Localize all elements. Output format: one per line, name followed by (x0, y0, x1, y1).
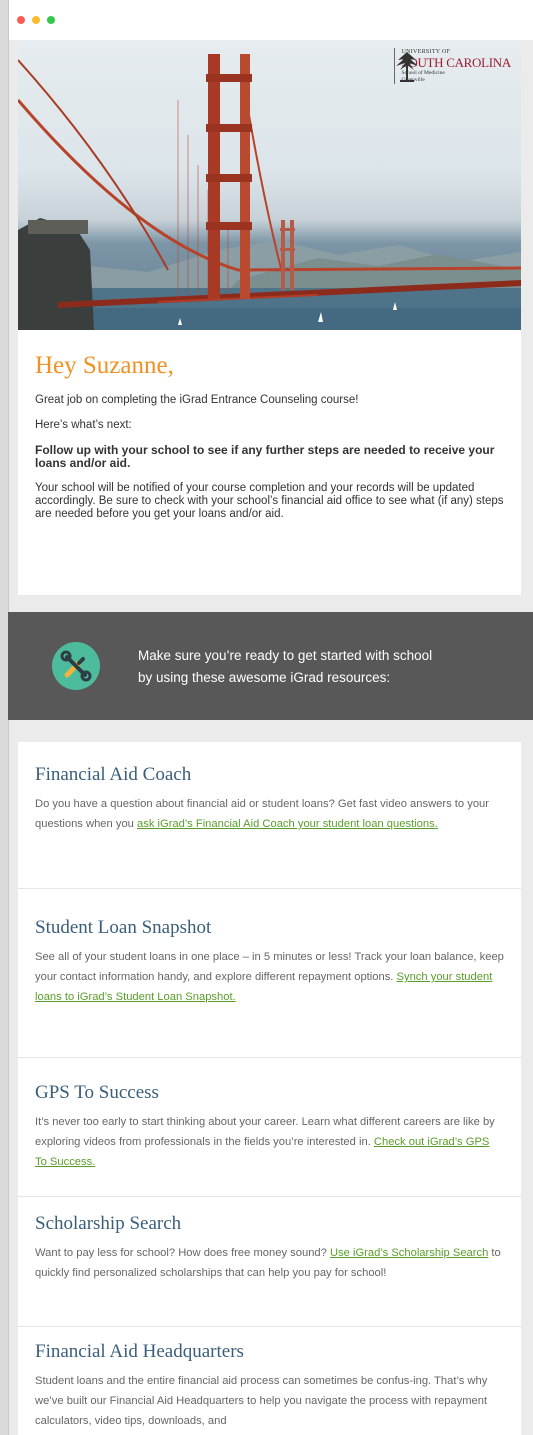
resource-description: See all of your student loans in one pla… (35, 947, 504, 1007)
window-chrome (9, 0, 533, 40)
resource-title: Financial Aid Headquarters (35, 1341, 244, 1362)
resources-banner: Make sure you’re ready to get started wi… (8, 612, 533, 720)
resource-description: Want to pay less for school? How does fr… (35, 1243, 504, 1283)
university-logo: UNIVERSITY OF SOUTH CAROLINA School of M… (394, 48, 511, 84)
banner-line-2: by using these awesome iGrad resources: (138, 670, 391, 685)
maximize-window-button[interactable] (47, 16, 55, 24)
resource-financial-aid-headquarters: Financial Aid Headquarters Student loans… (18, 1327, 521, 1435)
intro-next-label: Here’s what’s next: (35, 419, 132, 431)
resource-description: Do you have a question about financial a… (35, 794, 504, 834)
resource-title: GPS To Success (35, 1082, 159, 1103)
banner-message: Make sure you’re ready to get started wi… (138, 645, 498, 689)
resource-title: Financial Aid Coach (35, 764, 192, 785)
resource-description: It’s never too early to start thinking a… (35, 1112, 504, 1172)
scholarship-search-link[interactable]: Use iGrad’s Scholarship Search (330, 1247, 488, 1259)
tools-icon (52, 642, 100, 690)
greeting-card: Hey Suzanne, Great job on completing the… (18, 330, 521, 595)
resource-title: Student Loan Snapshot (35, 917, 212, 938)
financial-aid-coach-link[interactable]: ask iGrad’s Financial Aid Coach your stu… (137, 818, 438, 830)
minimize-window-button[interactable] (32, 16, 40, 24)
banner-line-1: Make sure you’re ready to get started wi… (138, 648, 433, 663)
intro-congrats: Great job on completing the iGrad Entran… (35, 394, 359, 406)
intro-follow-up: Follow up with your school to see if any… (35, 443, 495, 470)
intro-notification: Your school will be notified of your cou… (35, 482, 504, 520)
hero-image: UNIVERSITY OF SOUTH CAROLINA School of M… (18, 40, 521, 330)
resource-title: Scholarship Search (35, 1213, 182, 1234)
resource-gps-to-success: GPS To Success It’s never too early to s… (18, 1058, 521, 1196)
greeting-heading: Hey Suzanne, (35, 352, 174, 379)
resource-student-loan-snapshot: Student Loan Snapshot See all of your st… (18, 889, 521, 1057)
resource-description: Student loans and the entire financial a… (35, 1375, 488, 1427)
resource-text: Want to pay less for school? How does fr… (35, 1247, 330, 1259)
palmetto-seal-icon (396, 52, 419, 82)
resource-scholarship-search: Scholarship Search Want to pay less for … (18, 1197, 521, 1326)
resource-financial-aid-coach: Financial Aid Coach Do you have a questi… (18, 742, 521, 888)
close-window-button[interactable] (17, 16, 25, 24)
